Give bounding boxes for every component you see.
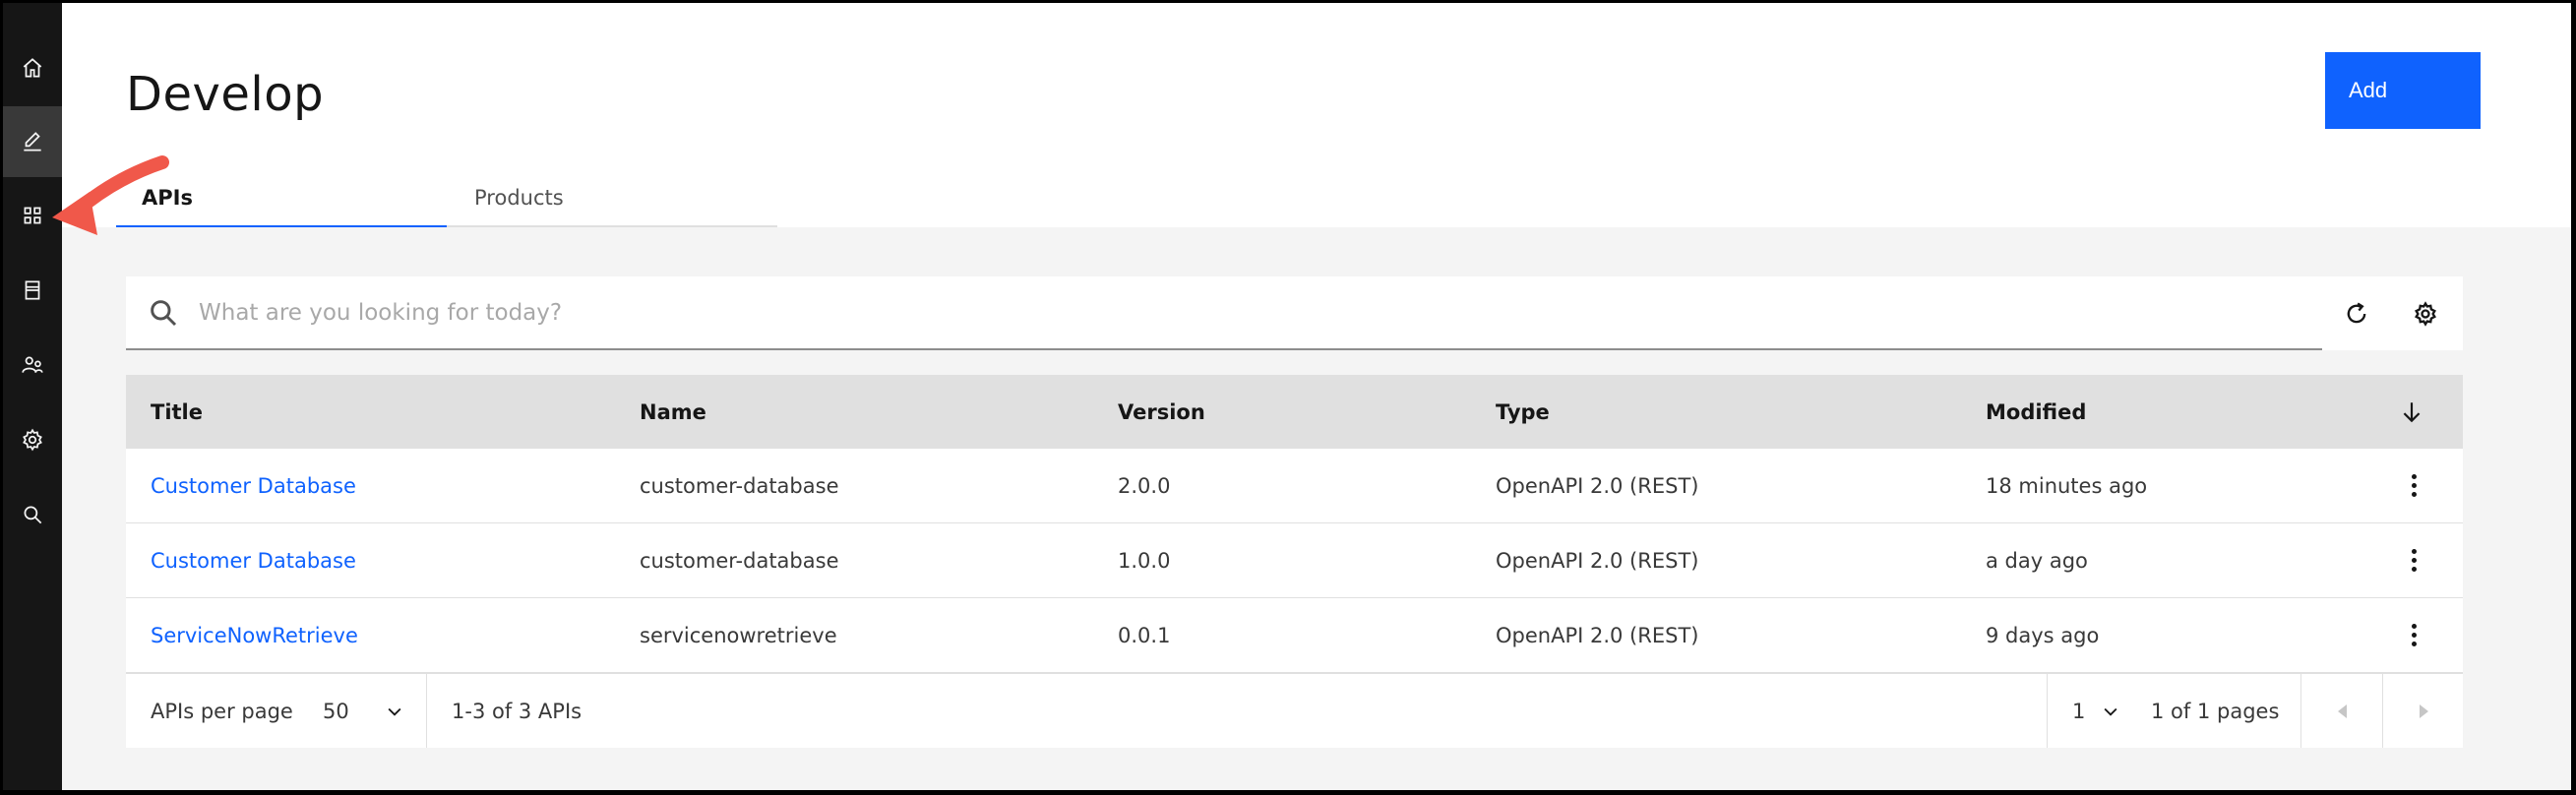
- main-area: Develop Add APIs Products T: [62, 3, 2571, 790]
- sort-button[interactable]: [2399, 375, 2424, 449]
- pages-text: 1 of 1 pages: [2151, 699, 2280, 723]
- divider: [426, 674, 427, 748]
- api-version: 1.0.0: [1118, 548, 1171, 573]
- next-page-button[interactable]: [2383, 674, 2464, 748]
- api-title-link[interactable]: Customer Database: [151, 449, 356, 522]
- items-per-page-value: 50: [323, 699, 349, 723]
- api-modified: 9 days ago: [1986, 623, 2100, 647]
- users-icon: [22, 356, 43, 373]
- table-settings-button[interactable]: [2391, 276, 2460, 350]
- previous-page-button[interactable]: [2302, 674, 2383, 748]
- nav-catalog[interactable]: [3, 255, 62, 326]
- api-modified: a day ago: [1986, 548, 2088, 573]
- grid-icon: [24, 207, 41, 224]
- chevron-down-icon: [2104, 707, 2117, 716]
- table-row[interactable]: Customer Database customer-database 2.0.…: [126, 449, 2463, 523]
- home-icon: [23, 58, 42, 78]
- add-button[interactable]: Add: [2325, 52, 2481, 129]
- caret-right-icon: [2420, 703, 2428, 718]
- refresh-button[interactable]: [2322, 276, 2391, 350]
- api-name: customer-database: [640, 473, 839, 498]
- column-header-name[interactable]: Name: [640, 375, 706, 449]
- search-bar: [126, 276, 2463, 350]
- apis-table: Title Name Version Type Modified Custome…: [126, 375, 2463, 748]
- caret-left-icon: [2338, 703, 2347, 718]
- column-header-title[interactable]: Title: [151, 375, 203, 449]
- api-name: servicenowretrieve: [640, 623, 837, 647]
- search-field: [126, 276, 2322, 350]
- annotation-arrow-icon: [52, 155, 169, 235]
- api-modified: 18 minutes ago: [1986, 473, 2148, 498]
- table-row[interactable]: Customer Database customer-database 1.0.…: [126, 523, 2463, 598]
- search-icon: [24, 506, 42, 524]
- page-title: Develop: [126, 67, 325, 122]
- api-name: customer-database: [640, 548, 839, 573]
- tab-products[interactable]: Products: [447, 170, 777, 229]
- content-panel: Title Name Version Type Modified Custome…: [62, 227, 2571, 790]
- settings-icon: [23, 428, 42, 452]
- catalog-icon: [25, 280, 40, 300]
- pagination-bar: APIs per page 50 1-3 of 3 APIs 1 1 of 1 …: [126, 673, 2463, 748]
- search-input[interactable]: [179, 276, 2322, 348]
- column-header-modified[interactable]: Modified: [1986, 375, 2086, 449]
- page-select[interactable]: 1: [2072, 674, 2120, 748]
- divider: [2047, 674, 2048, 748]
- divider: [2300, 674, 2301, 748]
- tab-list: APIs Products: [116, 170, 777, 229]
- refresh-icon: [2347, 302, 2366, 323]
- search-icon: [151, 299, 177, 326]
- overflow-menu-button[interactable]: [2394, 598, 2433, 672]
- api-version: 0.0.1: [1118, 623, 1171, 647]
- kebab-icon: [2411, 622, 2417, 648]
- api-version: 2.0.0: [1118, 473, 1171, 498]
- items-per-page-select[interactable]: 50: [323, 674, 404, 748]
- edit-icon: [24, 132, 41, 152]
- left-nav-rail: [3, 3, 62, 790]
- api-type: OpenAPI 2.0 (REST): [1496, 623, 1699, 647]
- nav-members[interactable]: [3, 330, 62, 400]
- nav-search[interactable]: [3, 479, 62, 550]
- table-row[interactable]: ServiceNowRetrieve servicenowretrieve 0.…: [126, 598, 2463, 673]
- items-per-page-label: APIs per page: [151, 699, 293, 723]
- arrow-down-icon: [2403, 401, 2421, 422]
- column-header-type[interactable]: Type: [1496, 375, 1550, 449]
- kebab-icon: [2411, 547, 2417, 574]
- table-header: Title Name Version Type Modified: [126, 375, 2463, 449]
- item-range-text: 1-3 of 3 APIs: [452, 699, 583, 723]
- nav-settings[interactable]: [3, 404, 62, 475]
- overflow-menu-button[interactable]: [2394, 449, 2433, 522]
- nav-home[interactable]: [3, 32, 62, 103]
- overflow-menu-button[interactable]: [2394, 523, 2433, 597]
- api-type: OpenAPI 2.0 (REST): [1496, 473, 1699, 498]
- gear-icon: [2415, 300, 2436, 327]
- api-title-link[interactable]: ServiceNowRetrieve: [151, 598, 358, 672]
- kebab-icon: [2411, 472, 2417, 499]
- api-title-link[interactable]: Customer Database: [151, 523, 356, 597]
- app-frame: Develop Add APIs Products T: [3, 3, 2571, 790]
- api-type: OpenAPI 2.0 (REST): [1496, 548, 1699, 573]
- chevron-down-icon: [388, 707, 401, 716]
- page-value: 1: [2072, 699, 2086, 723]
- column-header-version[interactable]: Version: [1118, 375, 1205, 449]
